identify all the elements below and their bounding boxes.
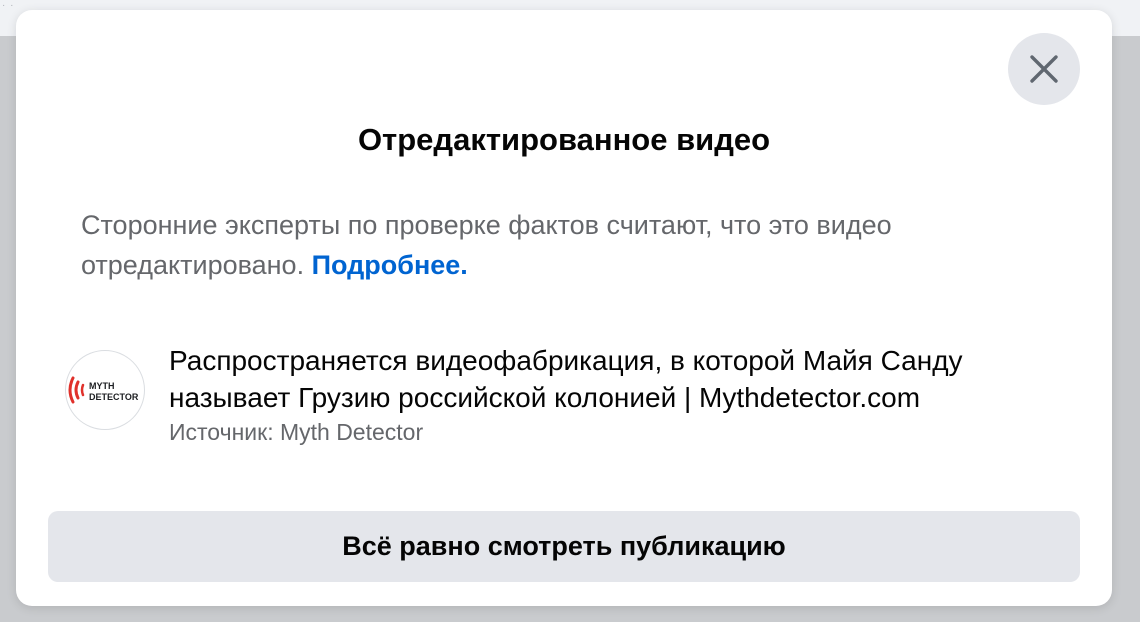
close-button[interactable] bbox=[1008, 33, 1080, 105]
dialog-title: Отредактированное видео bbox=[357, 122, 771, 157]
dialog-description: Сторонние эксперты по проверке фактов сч… bbox=[81, 205, 1041, 285]
fact-check-dialog: Отредактированное видео Сторонние экспер… bbox=[16, 10, 1112, 606]
close-icon bbox=[1030, 55, 1058, 83]
background-dots: · · bbox=[2, 0, 15, 11]
logo-text-myth: MYTH bbox=[89, 381, 115, 391]
source-article-title[interactable]: Распространяется видеофабрикация, в кото… bbox=[169, 342, 1069, 416]
myth-detector-logo[interactable]: MYTH DETECTOR bbox=[65, 350, 145, 430]
source-name: Источник: Myth Detector bbox=[169, 419, 424, 445]
logo-text-detector: DETECTOR bbox=[89, 392, 139, 402]
learn-more-link[interactable]: Подробнее. bbox=[312, 250, 468, 280]
myth-detector-logo-icon: MYTH DETECTOR bbox=[68, 376, 139, 404]
view-anyway-button[interactable]: Всё равно смотреть публикацию bbox=[48, 511, 1080, 582]
description-text: Сторонние эксперты по проверке фактов сч… bbox=[81, 210, 892, 280]
